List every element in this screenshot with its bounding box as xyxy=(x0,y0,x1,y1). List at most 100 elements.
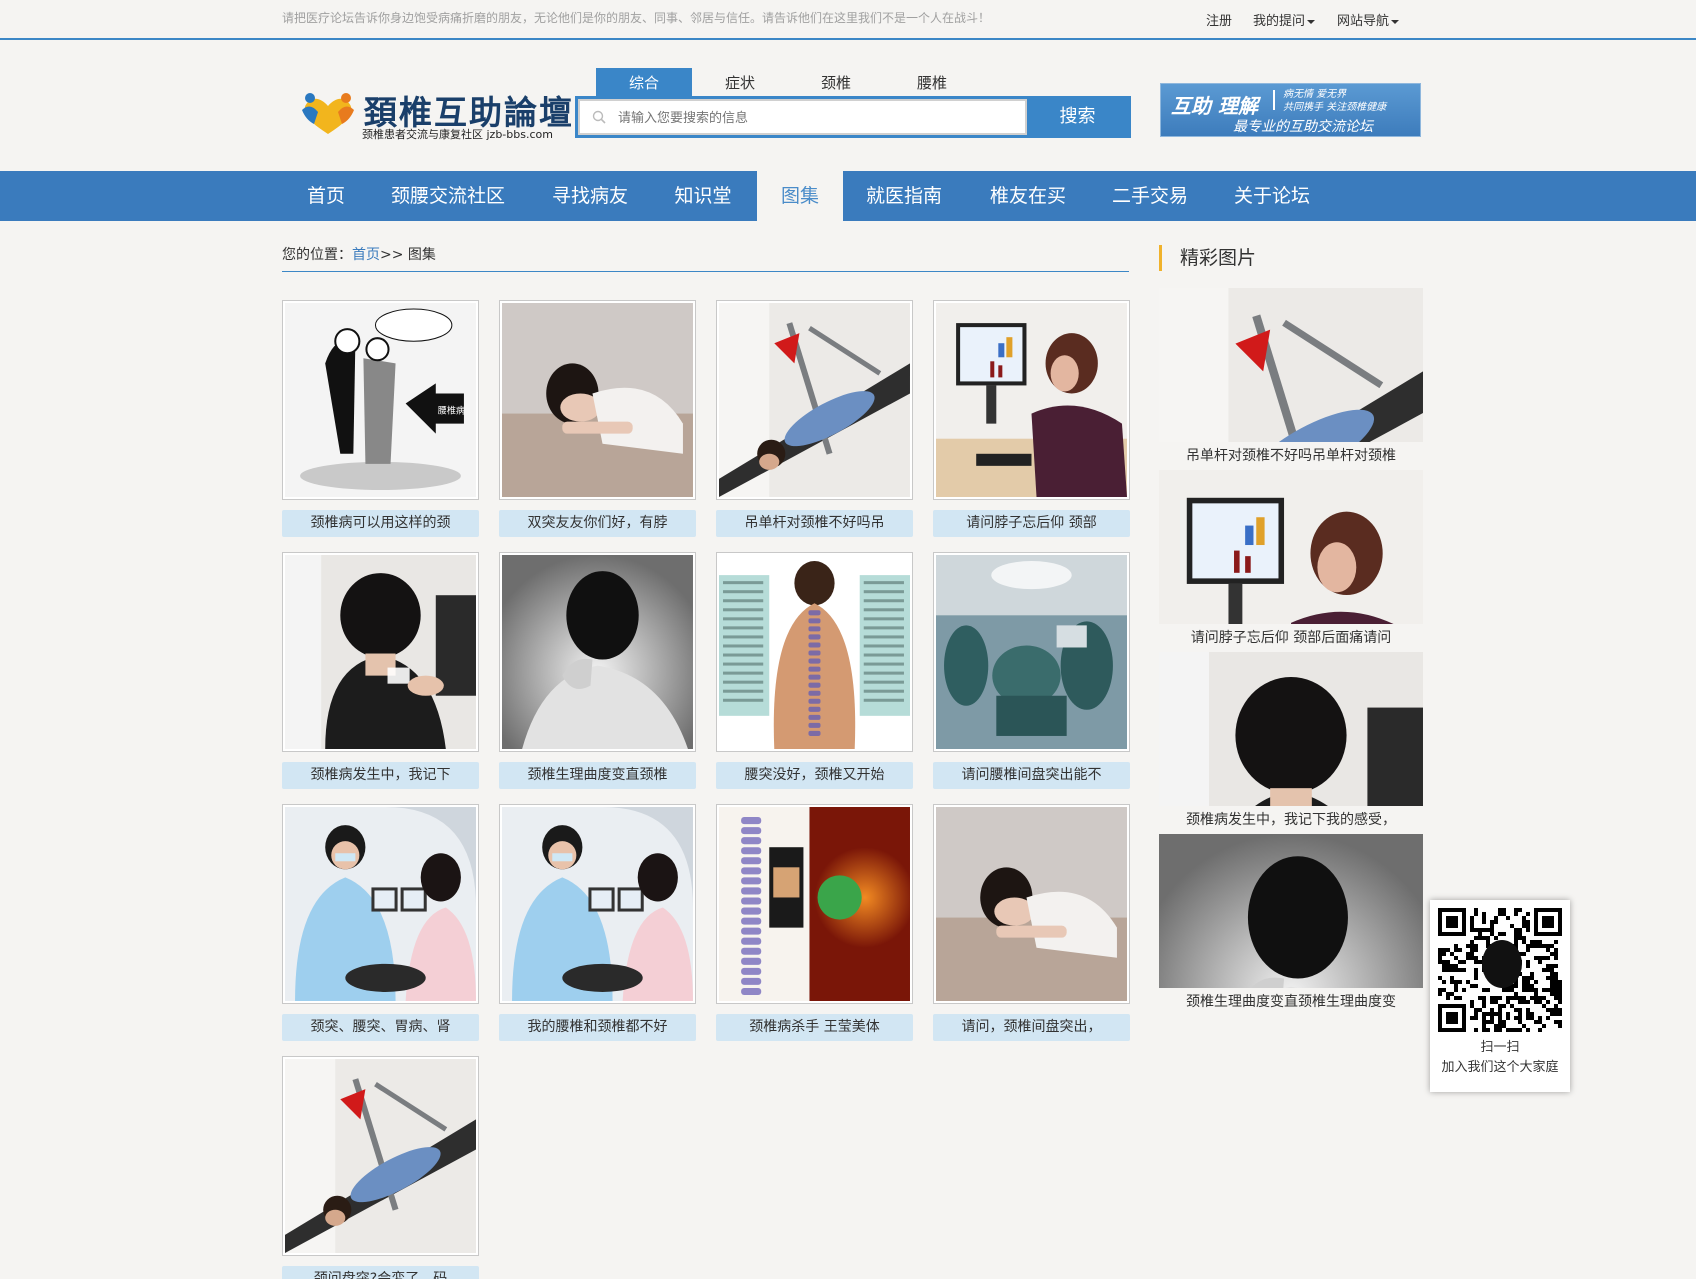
gallery-thumbnail[interactable] xyxy=(499,552,696,752)
search-panel: 综合 症状 颈椎 腰椎 搜索 xyxy=(575,68,1131,140)
breadcrumb-home-link[interactable]: 首页 xyxy=(352,247,380,263)
gallery-image-spine-poster xyxy=(719,807,910,1001)
search-tab-all[interactable]: 综合 xyxy=(596,68,692,96)
site-nav-menu[interactable]: 网站导航 xyxy=(1337,10,1400,29)
gallery-thumbnail[interactable] xyxy=(282,804,479,1004)
gallery-image-neck-treatment xyxy=(285,555,476,749)
welcome-tip: 请把医疗论坛告诉你身边饱受病痛折磨的朋友，无论他们是你的朋友、同事、邻居与信任。… xyxy=(282,11,991,25)
gallery-thumbnail[interactable]: 腰椎病 xyxy=(282,300,479,500)
search-input[interactable] xyxy=(618,107,1008,127)
sidebar-caption[interactable]: 颈椎病发生中，我记下我的感受， xyxy=(1159,806,1423,834)
gallery-image-spine-chart xyxy=(719,555,910,749)
gallery-caption[interactable]: 颈突、腰突、胃病、肾 xyxy=(282,1014,479,1041)
nav-item-community[interactable]: 颈腰交流社区 xyxy=(378,171,518,221)
banner-tagline: 最专业的互助交流论坛 xyxy=(1233,119,1373,135)
breadcrumb-prefix: 您的位置： xyxy=(282,247,352,263)
gallery-caption[interactable]: 请问，颈椎间盘突出， xyxy=(933,1014,1130,1041)
banner-divider xyxy=(1273,90,1275,110)
gallery-item[interactable]: 腰椎病 颈椎病可以用这样的颈 xyxy=(282,300,479,537)
top-bar: 请把医疗论坛告诉你身边饱受病痛折磨的朋友，无论他们是你的朋友、同事、邻居与信任。… xyxy=(0,0,1696,40)
gallery-item[interactable]: 请问腰椎间盘突出能不 xyxy=(933,552,1130,789)
banner-slogan-line2: 共同携手 关注颈椎健康 xyxy=(1283,102,1387,113)
gallery-item[interactable]: 颈椎生理曲度变直颈椎 xyxy=(499,552,696,789)
nav-item-about[interactable]: 关于论坛 xyxy=(1220,171,1324,221)
gallery-caption[interactable]: 腰突没好，颈椎又开始 xyxy=(716,762,913,789)
gallery-caption[interactable]: 我的腰椎和颈椎都不好 xyxy=(499,1014,696,1041)
sidebar-caption[interactable]: 颈椎生理曲度变直颈椎生理曲度变 xyxy=(1159,988,1423,1016)
site-logo[interactable]: 頚椎互助論壇 颈椎患者交流与康复社区 jzb-bbs.com xyxy=(298,86,572,142)
gallery-thumbnail[interactable] xyxy=(716,804,913,1004)
gallery-thumbnail[interactable] xyxy=(933,804,1130,1004)
breadcrumb: 您的位置：首页>> 图集 xyxy=(282,244,1129,272)
gallery-caption[interactable]: 双突友友你们好，有脖 xyxy=(499,510,696,537)
chevron-down-icon xyxy=(1391,19,1400,24)
sidebar-picture-item[interactable]: 请问脖子忘后仰 颈部后面痛请问 xyxy=(1159,470,1423,652)
my-questions-menu[interactable]: 我的提问 xyxy=(1253,10,1316,29)
nav-item-buying[interactable]: 椎友在买 xyxy=(976,171,1080,221)
gallery-caption[interactable]: 请问腰椎间盘突出能不 xyxy=(933,762,1130,789)
register-link[interactable]: 注册 xyxy=(1206,10,1232,29)
gallery-caption[interactable]: 吊单杆对颈椎不好吗吊 xyxy=(716,510,913,537)
nav-item-find-friends[interactable]: 寻找病友 xyxy=(538,171,642,221)
search-tab-symptoms[interactable]: 症状 xyxy=(692,68,788,96)
search-tab-cervical[interactable]: 颈椎 xyxy=(788,68,884,96)
gallery-image-sleeping-woman xyxy=(502,303,693,497)
sidebar-picture-item[interactable]: 颈椎生理曲度变直颈椎生理曲度变 xyxy=(1159,834,1423,1016)
logo-subtitle: 颈椎患者交流与康复社区 jzb-bbs.com xyxy=(362,128,553,141)
gallery-item[interactable]: 腰突没好，颈椎又开始 xyxy=(716,552,913,789)
qr-code-image xyxy=(1438,908,1562,1032)
sidebar-title: 精彩图片 xyxy=(1159,245,1256,271)
gallery-image-ultrasound xyxy=(285,807,476,1001)
search-input-wrap xyxy=(578,99,1027,135)
gallery-thumbnail[interactable] xyxy=(716,552,913,752)
gallery-caption[interactable]: 颈问盘突?会変了，码 xyxy=(282,1266,479,1279)
gallery-item[interactable]: 颈问盘突?会変了，码 xyxy=(282,1056,479,1279)
sidebar-image-bw-neck[interactable] xyxy=(1159,834,1423,988)
gallery-caption[interactable]: 颈椎生理曲度变直颈椎 xyxy=(499,762,696,789)
gallery-caption[interactable]: 颈椎病发生中，我记下 xyxy=(282,762,479,789)
gallery-thumbnail[interactable] xyxy=(282,552,479,752)
gallery-thumbnail[interactable] xyxy=(716,300,913,500)
banner-slogan: 病无情 爱无界 共同携手 关注颈椎健康 xyxy=(1283,88,1386,114)
qr-widget: 扫一扫 加入我们这个大家庭 xyxy=(1430,900,1570,1092)
gallery-item[interactable]: 吊单杆对颈椎不好吗吊 xyxy=(716,300,913,537)
gallery-item[interactable]: 双突友友你们好，有脖 xyxy=(499,300,696,537)
search-button[interactable]: 搜索 xyxy=(1027,99,1128,135)
nav-item-home[interactable]: 首页 xyxy=(282,171,370,221)
sidebar-image-traction-bed[interactable] xyxy=(1159,288,1423,442)
gallery-item[interactable]: 我的腰椎和颈椎都不好 xyxy=(499,804,696,1041)
gallery-item[interactable]: 请问脖子忘后仰 颈部 xyxy=(933,300,1130,537)
sidebar-picture-item[interactable]: 吊单杆对颈椎不好吗吊单杆对颈椎 xyxy=(1159,288,1423,470)
nav-item-gallery[interactable]: 图集 xyxy=(757,171,843,221)
gallery-thumbnail[interactable] xyxy=(499,300,696,500)
nav-item-knowledge[interactable]: 知识堂 xyxy=(660,171,746,221)
gallery-thumbnail[interactable] xyxy=(282,1056,479,1256)
banner-slogan-line1: 病无情 爱无界 xyxy=(1283,89,1347,100)
breadcrumb-current: 图集 xyxy=(407,247,436,263)
nav-item-second-hand[interactable]: 二手交易 xyxy=(1098,171,1202,221)
gallery-item[interactable]: 颈椎病发生中，我记下 xyxy=(282,552,479,789)
sidebar-caption[interactable]: 请问脖子忘后仰 颈部后面痛请问 xyxy=(1159,624,1423,652)
chevron-down-icon xyxy=(1307,19,1316,24)
search-tab-lumbar[interactable]: 腰椎 xyxy=(884,68,980,96)
gallery-caption[interactable]: 请问脖子忘后仰 颈部 xyxy=(933,510,1130,537)
gallery-caption[interactable]: 颈椎病杀手 王莹美体 xyxy=(716,1014,913,1041)
qr-join-text: 加入我们这个大家庭 xyxy=(1441,1060,1559,1075)
logo-heart-icon xyxy=(302,93,354,134)
nav-item-medical-guide[interactable]: 就医指南 xyxy=(852,171,956,221)
gallery-item[interactable]: 请问，颈椎间盘突出， xyxy=(933,804,1130,1041)
gallery-image-traction-bed xyxy=(285,1059,476,1253)
gallery-image-traction-bed xyxy=(719,303,910,497)
gallery-thumbnail[interactable] xyxy=(933,300,1130,500)
gallery-thumbnail[interactable] xyxy=(933,552,1130,752)
sidebar-caption[interactable]: 吊单杆对颈椎不好吗吊单杆对颈椎 xyxy=(1159,442,1423,470)
sidebar-image-neck-treatment[interactable] xyxy=(1159,652,1423,806)
gallery-caption[interactable]: 颈椎病可以用这样的颈 xyxy=(282,510,479,537)
gallery-item[interactable]: 颈椎病杀手 王莹美体 xyxy=(716,804,913,1041)
sidebar-image-woman-computer[interactable] xyxy=(1159,470,1423,624)
svg-text:腰椎病: 腰椎病 xyxy=(438,405,465,416)
sidebar-picture-item[interactable]: 颈椎病发生中，我记下我的感受， xyxy=(1159,652,1423,834)
gallery-thumbnail[interactable] xyxy=(499,804,696,1004)
gallery-item[interactable]: 颈突、腰突、胃病、肾 xyxy=(282,804,479,1041)
breadcrumb-separator: >> xyxy=(380,247,408,263)
